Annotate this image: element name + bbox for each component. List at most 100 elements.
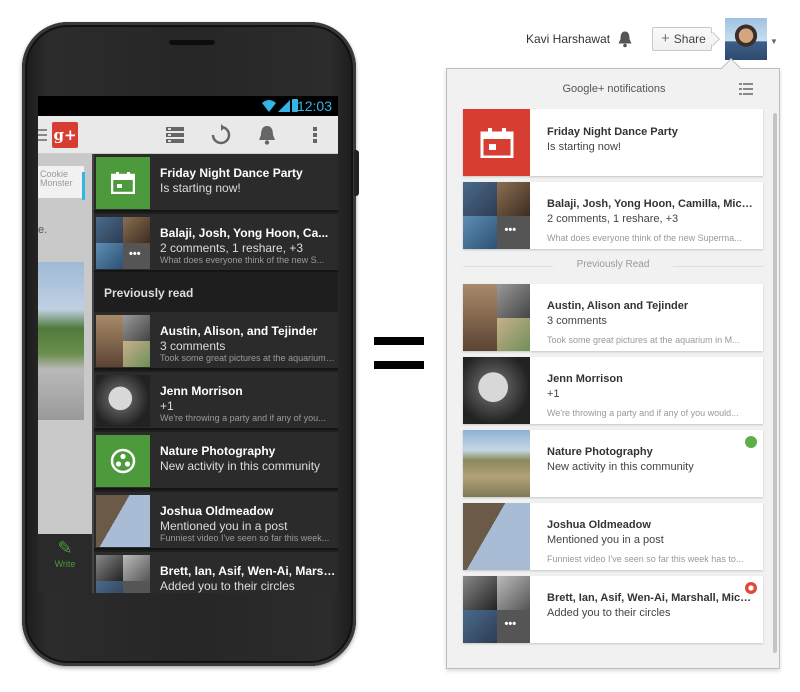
calendar-icon bbox=[463, 109, 530, 176]
avatar bbox=[123, 217, 150, 243]
refresh-icon[interactable] bbox=[210, 124, 232, 146]
avatar: ••• bbox=[496, 215, 530, 249]
notification-title: Nature Photography bbox=[160, 444, 276, 458]
bg-card: Cookie Monster bbox=[38, 166, 84, 198]
equals-bar-top bbox=[374, 337, 424, 345]
notification-item[interactable]: ••• Brett, Ian, Asif, Wen-Ai, Marshall, … bbox=[463, 576, 763, 643]
avatar-group: ••• bbox=[96, 217, 150, 269]
phone-notification-item[interactable]: Joshua Oldmeadow Mentioned you in a post… bbox=[94, 492, 338, 550]
notification-item[interactable]: Joshua Oldmeadow Mentioned you in a post… bbox=[463, 503, 763, 570]
avatar bbox=[463, 182, 497, 216]
avatar: ••• bbox=[123, 243, 150, 269]
notification-subtitle: New activity in this community bbox=[547, 461, 694, 473]
write-label: Write bbox=[54, 559, 76, 569]
avatar bbox=[96, 243, 123, 269]
avatar bbox=[463, 284, 497, 351]
notification-snippet: We're throwing a party and if any of you… bbox=[160, 413, 326, 423]
community-icon bbox=[96, 435, 150, 487]
write-button[interactable]: ✎ Write bbox=[38, 534, 92, 593]
profile-avatar[interactable] bbox=[725, 18, 767, 60]
calendar-icon bbox=[96, 157, 150, 209]
phone-notification-item[interactable]: Nature Photography New activity in this … bbox=[94, 432, 338, 490]
menu-icon[interactable] bbox=[38, 129, 47, 141]
previously-read-header: Previously Read bbox=[463, 259, 763, 273]
avatar bbox=[463, 215, 497, 249]
panel-title: Google+ notifications bbox=[562, 83, 666, 95]
stream-list-icon[interactable] bbox=[164, 124, 186, 146]
user-name[interactable]: Kavi Harshawat bbox=[526, 32, 610, 46]
avatar-group bbox=[96, 555, 150, 593]
notification-title: Brett, Ian, Asif, Wen-Ai, Marsh... bbox=[160, 564, 336, 578]
notification-subtitle: 2 comments, 1 reshare, +3 bbox=[547, 213, 679, 225]
panel-pointer bbox=[721, 58, 741, 78]
avatar bbox=[96, 315, 123, 367]
notification-snippet: What does everyone think of the new S... bbox=[160, 255, 325, 265]
notification-item[interactable]: Nature Photography New activity in this … bbox=[463, 430, 763, 497]
pencil-icon: ✎ bbox=[57, 538, 73, 558]
notification-subtitle: New activity in this community bbox=[160, 459, 321, 473]
avatar bbox=[96, 555, 123, 581]
avatar bbox=[463, 576, 497, 610]
phone-power-button bbox=[354, 150, 359, 196]
previously-read-header: Previously read bbox=[94, 274, 338, 312]
notification-subtitle: +1 bbox=[547, 388, 560, 400]
signal-icon bbox=[278, 100, 290, 112]
avatar bbox=[96, 581, 123, 593]
event-thumb bbox=[463, 109, 530, 176]
phone-notification-item[interactable]: Friday Night Dance Party Is starting now… bbox=[94, 154, 338, 212]
notifications-panel: Google+ notifications Friday Night Dance… bbox=[446, 58, 780, 669]
avatar bbox=[496, 317, 530, 351]
share-button[interactable]: + Share bbox=[652, 27, 721, 51]
notification-title: Nature Photography bbox=[547, 446, 653, 458]
phone-notification-item[interactable]: ••• Balaji, Josh, Yong Hoon, Ca... 2 com… bbox=[94, 214, 338, 272]
bg-selection-bar bbox=[82, 172, 85, 200]
bg-text: e. bbox=[38, 224, 48, 236]
notification-snippet: Took some great pictures at the aquarium… bbox=[547, 335, 740, 345]
notification-subtitle: 3 comments bbox=[547, 315, 607, 327]
notification-title: Jenn Morrison bbox=[547, 373, 623, 385]
phone-notification-item[interactable]: Brett, Ian, Asif, Wen-Ai, Marsh... Added… bbox=[94, 552, 338, 593]
event-thumb bbox=[96, 157, 150, 209]
avatar bbox=[463, 503, 530, 570]
list-icon[interactable] bbox=[739, 82, 753, 96]
avatar bbox=[96, 495, 150, 547]
phone-notification-item[interactable]: Austin, Alison, and Tejinder 3 comments … bbox=[94, 312, 338, 370]
bell-icon[interactable] bbox=[256, 124, 278, 146]
community-badge-icon bbox=[745, 436, 757, 448]
notification-title: Balaji, Josh, Yong Hoon, Camilla, Mich..… bbox=[547, 198, 753, 210]
status-time: 12:03 bbox=[296, 98, 332, 114]
notification-title: Jenn Morrison bbox=[160, 384, 243, 398]
notification-item[interactable]: Jenn Morrison +1 We're throwing a party … bbox=[463, 357, 763, 424]
notification-title: Austin, Alison, and Tejinder bbox=[160, 324, 318, 338]
notification-snippet: Took some great pictures at the aquarium… bbox=[160, 353, 336, 363]
gplus-logo[interactable]: g+ bbox=[52, 122, 78, 148]
avatar-group: ••• bbox=[463, 576, 530, 643]
share-button-tail bbox=[705, 31, 721, 47]
notification-item[interactable]: Austin, Alison and Tejinder 3 comments T… bbox=[463, 284, 763, 351]
chevron-down-icon[interactable]: ▼ bbox=[770, 37, 778, 46]
avatar: ••• bbox=[496, 609, 530, 643]
community-thumb bbox=[463, 430, 530, 497]
notification-snippet: Funniest video I've seen so far this wee… bbox=[547, 554, 744, 564]
avatar bbox=[96, 217, 123, 243]
notification-subtitle: Mentioned you in a post bbox=[160, 519, 288, 533]
notification-subtitle: Is starting now! bbox=[160, 181, 241, 195]
background-stream: Cookie Monster e. ■3 bbox=[38, 154, 92, 593]
notification-title: Balaji, Josh, Yong Hoon, Ca... bbox=[160, 226, 329, 240]
share-label: Share bbox=[673, 32, 706, 46]
overflow-icon[interactable] bbox=[304, 124, 326, 146]
bell-icon[interactable] bbox=[616, 30, 634, 48]
panel-scrollbar[interactable] bbox=[773, 113, 777, 653]
phone-notification-list: Friday Night Dance Party Is starting now… bbox=[92, 154, 338, 593]
bg-card-text: Cookie Monster bbox=[40, 169, 73, 188]
notification-snippet: We're throwing a party and if any of you… bbox=[547, 408, 739, 418]
equals-bar-bottom bbox=[374, 361, 424, 369]
community-thumb bbox=[96, 435, 150, 487]
notification-item[interactable]: Friday Night Dance Party Is starting now… bbox=[463, 109, 763, 176]
action-bar: g+ bbox=[38, 116, 338, 154]
notification-item[interactable]: ••• Balaji, Josh, Yong Hoon, Camilla, Mi… bbox=[463, 182, 763, 249]
phone-speaker bbox=[169, 40, 215, 45]
notification-subtitle: Added you to their circles bbox=[160, 579, 295, 593]
notification-subtitle: 2 comments, 1 reshare, +3 bbox=[160, 241, 304, 255]
phone-notification-item[interactable]: Jenn Morrison +1 We're throwing a party … bbox=[94, 372, 338, 430]
